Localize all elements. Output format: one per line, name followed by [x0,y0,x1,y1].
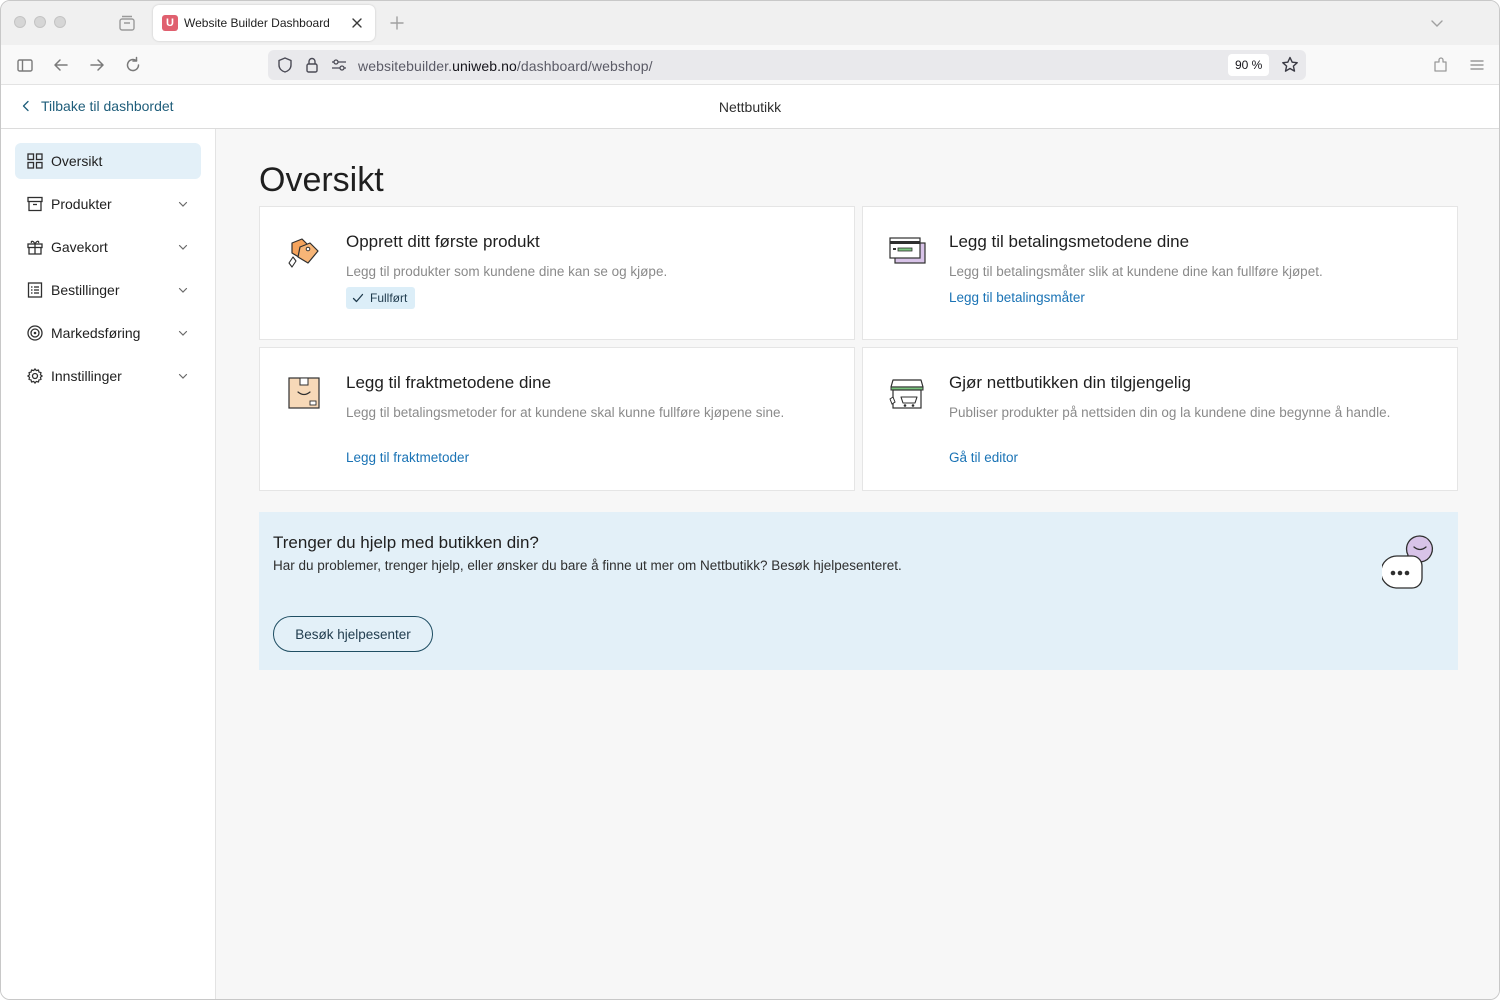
box-icon [27,196,43,212]
page-header-title: Nettbutikk [718,99,782,115]
card-payment-methods: Legg til betalingsmetodene dine Legg til… [862,206,1458,340]
add-shipping-methods-link[interactable]: Legg til fraktmetoder [346,450,469,465]
help-panel: Trenger du hjelp med butikken din? Har d… [259,512,1458,670]
back-to-dashboard-link[interactable]: Tilbake til dashbordet [21,98,174,114]
sidebar-item-oversikt[interactable]: Oversikt [15,143,201,179]
gear-icon [27,368,43,384]
sidebar-item-label: Oversikt [51,153,103,169]
url-domain: uniweb.no [452,58,517,74]
gift-icon [27,240,43,255]
navigation-bar: websitebuilder.uniweb.no/dashboard/websh… [1,45,1499,85]
sidebar-item-markedsforing[interactable]: Markedsføring [15,315,201,351]
url-text[interactable]: websitebuilder.uniweb.no/dashboard/websh… [358,58,653,74]
menu-icon[interactable] [1467,55,1487,75]
card-title: Legg til fraktmetodene dine [346,373,552,392]
card-title: Opprett ditt første produkt [346,232,540,251]
chevron-down-icon [178,373,188,379]
app-header: Tilbake til dashbordet Nettbutikk [1,85,1499,129]
url-prefix: websitebuilder. [358,58,453,74]
badge-label: Fullført [370,291,408,305]
card-title: Gjør nettbutikken din tilgjengelig [949,373,1191,392]
bookmark-star-icon[interactable] [1280,55,1300,75]
chat-bubbles-icon [1382,535,1433,589]
grid-icon [27,153,43,169]
chevron-down-icon[interactable] [1427,13,1447,33]
extensions-icon[interactable] [1431,55,1451,75]
tab-overview-icon[interactable] [117,13,137,33]
card-description: Legg til betalingsmetoder for at kundene… [346,405,785,420]
zoom-indicator[interactable]: 90 % [1228,54,1270,76]
tab-bar: U Website Builder Dashboard [1,1,1499,45]
card-shipping-methods: Legg til fraktmetodene dine Legg til bet… [259,347,855,491]
sidebar-item-label: Markedsføring [51,325,141,341]
package-icon [288,377,320,409]
browser-window: U Website Builder Dashboard websitebuild… [0,0,1500,1000]
sidebar-item-label: Innstillinger [51,368,122,384]
close-window-button[interactable] [14,16,26,28]
help-title: Trenger du hjelp med butikken din? [273,533,539,552]
new-tab-icon[interactable] [387,13,407,33]
minimize-window-button[interactable] [34,16,46,28]
url-path: /dashboard/webshop/ [516,58,653,74]
card-description: Legg til betalingsmåter slik at kundene … [949,264,1323,279]
storefront-icon [889,379,924,409]
chevron-down-icon [178,330,188,336]
card-title: Legg til betalingsmetodene dine [949,232,1190,251]
tab-title: Website Builder Dashboard [184,16,330,30]
forward-arrow-icon[interactable] [87,55,107,75]
card-description: Legg til produkter som kundene dine kan … [346,264,668,279]
sidebar-item-bestillinger[interactable]: Bestillinger [15,272,201,308]
lock-icon[interactable] [303,56,321,74]
completed-badge: Fullført [346,287,416,309]
sidebar-toggle-icon[interactable] [15,55,35,75]
visit-help-center-button[interactable]: Besøk hjelpesenter [273,616,433,652]
credit-card-icon [889,237,926,264]
chevron-left-icon [22,100,29,112]
sidebar: Oversikt Produkter Gavekort Bestillinger… [1,129,216,999]
sidebar-item-innstillinger[interactable]: Innstillinger [15,358,201,394]
favicon: U [162,15,178,31]
reload-icon[interactable] [123,55,143,75]
checkmark-icon [352,293,364,303]
maximize-window-button[interactable] [54,16,66,28]
back-label: Tilbake til dashbordet [41,98,174,114]
page-title: Oversikt [259,161,384,199]
sidebar-item-label: Gavekort [51,239,108,255]
chevron-down-icon [178,244,188,250]
sidebar-item-produkter[interactable]: Produkter [15,186,201,222]
sidebar-item-label: Bestillinger [51,282,120,298]
active-tab[interactable]: U Website Builder Dashboard [153,5,375,41]
card-description: Publiser produkter på nettsiden din og l… [949,405,1391,420]
url-bar[interactable]: websitebuilder.uniweb.no/dashboard/websh… [268,50,1306,80]
chevron-down-icon [178,287,188,293]
target-icon [27,325,43,341]
chevron-down-icon [178,201,188,207]
card-create-product: Opprett ditt første produkt Legg til pro… [259,206,855,340]
help-description: Har du problemer, trenger hjelp, eller ø… [273,558,902,573]
add-payment-methods-link[interactable]: Legg til betalingsmåter [949,290,1085,305]
main-content: Oversikt Opprett ditt første produkt Leg… [216,129,1499,999]
card-publish-store: Gjør nettbutikken din tilgjengelig Publi… [862,347,1458,491]
close-tab-icon[interactable] [348,14,366,32]
list-icon [27,282,43,298]
price-tag-icon [288,238,319,268]
back-arrow-icon[interactable] [51,55,71,75]
site-settings-icon[interactable] [330,56,348,74]
sidebar-item-gavekort[interactable]: Gavekort [15,229,201,265]
sidebar-item-label: Produkter [51,196,112,212]
shield-icon[interactable] [276,56,294,74]
go-to-editor-link[interactable]: Gå til editor [949,450,1018,465]
